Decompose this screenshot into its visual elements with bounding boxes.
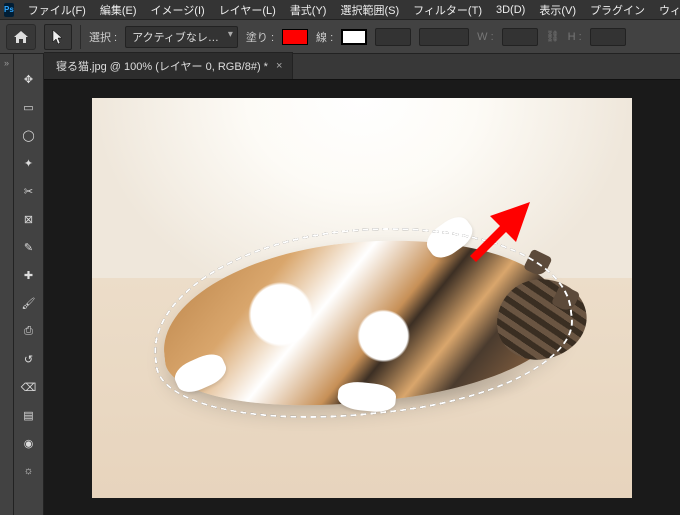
healing-brush-tool[interactable]: ✚ bbox=[17, 264, 41, 286]
select-label: 選択 : bbox=[89, 29, 117, 45]
link-wh-icon[interactable]: ⛓ bbox=[546, 30, 560, 43]
stroke-label: 線 : bbox=[316, 29, 333, 45]
home-button[interactable] bbox=[6, 24, 36, 50]
height-field[interactable] bbox=[590, 28, 626, 46]
options-bar: 選択 : アクティブなレ… 塗り : 線 : W : ⛓ H : bbox=[0, 20, 680, 54]
crop-tool[interactable]: ✂ bbox=[17, 180, 41, 202]
close-tab-button[interactable]: × bbox=[276, 60, 282, 72]
stroke-color-swatch[interactable] bbox=[341, 29, 367, 45]
gradient-icon: ▤ bbox=[23, 409, 33, 422]
frame-tool[interactable]: ⊠ bbox=[17, 208, 41, 230]
app-root: Ps ファイル(F) 編集(E) イメージ(I) レイヤー(L) 書式(Y) 選… bbox=[0, 0, 680, 515]
wand-icon: ✦ bbox=[24, 157, 33, 170]
dodge-tool[interactable]: ☼ bbox=[17, 460, 41, 482]
menu-3d[interactable]: 3D(D) bbox=[490, 2, 531, 18]
marquee-icon: ▭ bbox=[23, 101, 33, 114]
menu-edit[interactable]: 編集(E) bbox=[94, 0, 143, 20]
separator bbox=[80, 25, 81, 49]
blur-tool[interactable]: ◉ bbox=[17, 432, 41, 454]
width-field[interactable] bbox=[502, 28, 538, 46]
dodge-icon: ☼ bbox=[23, 465, 33, 477]
document-tab-strip: 寝る猫.jpg @ 100% (レイヤー 0, RGB/8#) * × bbox=[44, 54, 680, 80]
clone-stamp-tool[interactable]: ⎙ bbox=[17, 320, 41, 342]
lasso-icon: ◯ bbox=[22, 129, 34, 142]
fill-label: 塗り : bbox=[246, 29, 274, 45]
move-tool[interactable]: ✥ bbox=[17, 68, 41, 90]
brush-tool[interactable]: 🖌 bbox=[17, 292, 41, 314]
stroke-style-dropdown[interactable] bbox=[419, 28, 469, 46]
bandage-icon: ✚ bbox=[24, 269, 33, 282]
panel-collapse-handle[interactable]: » bbox=[0, 54, 14, 515]
menu-window[interactable]: ウィンドウ(W) bbox=[653, 0, 680, 20]
stroke-width-field[interactable] bbox=[375, 28, 411, 46]
document-area: 寝る猫.jpg @ 100% (レイヤー 0, RGB/8#) * × bbox=[44, 54, 680, 515]
tools-panel: ✥ ▭ ◯ ✦ ✂ ⊠ ✎ ✚ 🖌 ⎙ ↺ ⌫ ▤ ◉ ☼ bbox=[14, 54, 44, 515]
menu-file[interactable]: ファイル(F) bbox=[22, 0, 92, 20]
eyedropper-icon: ✎ bbox=[24, 241, 33, 254]
fill-color-swatch[interactable] bbox=[282, 29, 308, 45]
eraser-icon: ⌫ bbox=[21, 381, 37, 394]
menu-plugins[interactable]: プラグイン bbox=[584, 0, 651, 20]
blur-icon: ◉ bbox=[24, 437, 34, 450]
crop-icon: ✂ bbox=[24, 185, 33, 198]
history-brush-tool[interactable]: ↺ bbox=[17, 348, 41, 370]
menu-filter[interactable]: フィルター(T) bbox=[407, 0, 488, 20]
arrow-cursor-icon bbox=[51, 29, 65, 45]
chevron-right-icon: » bbox=[4, 58, 9, 515]
menu-bar: Ps ファイル(F) 編集(E) イメージ(I) レイヤー(L) 書式(Y) 選… bbox=[0, 0, 680, 20]
menu-image[interactable]: イメージ(I) bbox=[145, 0, 211, 20]
eyedropper-tool[interactable]: ✎ bbox=[17, 236, 41, 258]
document-tab-title: 寝る猫.jpg @ 100% (レイヤー 0, RGB/8#) * bbox=[56, 58, 268, 74]
frame-icon: ⊠ bbox=[24, 213, 33, 226]
home-icon bbox=[13, 30, 29, 44]
eraser-tool[interactable]: ⌫ bbox=[17, 376, 41, 398]
brush-icon: 🖌 bbox=[22, 297, 36, 310]
magic-wand-tool[interactable]: ✦ bbox=[17, 152, 41, 174]
marquee-tool[interactable]: ▭ bbox=[17, 96, 41, 118]
menu-view[interactable]: 表示(V) bbox=[533, 0, 582, 20]
ps-logo: Ps bbox=[4, 3, 14, 17]
history-brush-icon: ↺ bbox=[24, 353, 33, 366]
stamp-icon: ⎙ bbox=[24, 325, 33, 338]
width-label: W : bbox=[477, 31, 494, 43]
document-canvas[interactable] bbox=[92, 98, 632, 498]
canvas-viewport[interactable] bbox=[44, 80, 680, 515]
main-area: » ✥ ▭ ◯ ✦ ✂ ⊠ ✎ ✚ 🖌 ⎙ ↺ ⌫ ▤ ◉ ☼ 寝る猫.jpg … bbox=[0, 54, 680, 515]
document-tab[interactable]: 寝る猫.jpg @ 100% (レイヤー 0, RGB/8#) * × bbox=[44, 52, 293, 79]
menu-layer[interactable]: レイヤー(L) bbox=[213, 0, 282, 20]
move-icon: ✥ bbox=[24, 73, 33, 86]
lasso-tool[interactable]: ◯ bbox=[17, 124, 41, 146]
path-selection-tool-indicator[interactable] bbox=[44, 24, 72, 50]
select-target-dropdown[interactable]: アクティブなレ… bbox=[125, 26, 238, 48]
gradient-tool[interactable]: ▤ bbox=[17, 404, 41, 426]
menu-select[interactable]: 選択範囲(S) bbox=[334, 0, 405, 20]
height-label: H : bbox=[568, 31, 582, 43]
menu-type[interactable]: 書式(Y) bbox=[284, 0, 333, 20]
